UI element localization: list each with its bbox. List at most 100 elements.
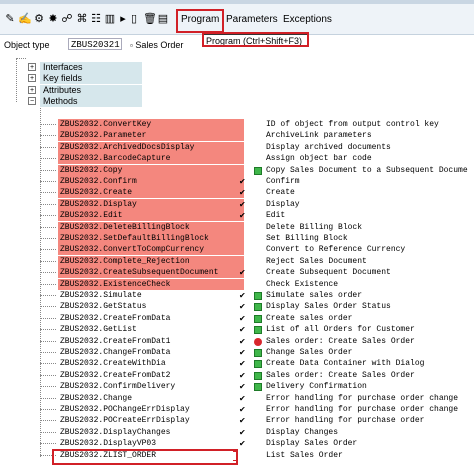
delete-icon[interactable]: 🗑 <box>143 13 157 25</box>
method-name[interactable]: ZBUS2032.Edit <box>58 210 244 222</box>
method-description: Display Sales Order <box>266 439 358 449</box>
insert-row-icon[interactable]: ▥ <box>104 13 116 25</box>
expand-plus-icon[interactable]: + <box>28 86 36 94</box>
collapse-minus-icon[interactable]: − <box>28 97 36 105</box>
application-toolbar: ✎ ✍ ⚙ ✸ ☍ ⌘ ☷ ▥ ▸ ▯ 🗑 ▤ Program Paramete… <box>0 4 474 35</box>
generate-icon[interactable]: ⌘ <box>76 13 88 25</box>
method-name[interactable]: ZBUS2032.Simulate <box>58 290 244 301</box>
where-used-icon[interactable]: ☍ <box>61 13 73 25</box>
method-name[interactable]: ZBUS2032.Display <box>58 198 244 210</box>
method-row[interactable]: ZBUS2032.ArchivedDocsDisplay Display arch… <box>40 141 474 153</box>
method-row[interactable]: ZBUS2032.CreateSubsequentDocument ✔ Create… <box>40 267 474 279</box>
method-row[interactable]: ZBUS2032.ExistenceCheck Check Existence <box>40 278 474 290</box>
method-name[interactable]: ZBUS2032.ExistenceCheck <box>58 278 244 290</box>
method-name[interactable]: ZBUS2032.Complete_Rejection <box>58 255 244 267</box>
method-row[interactable]: ZBUS2032.Display ✔ Display <box>40 198 474 210</box>
method-name[interactable]: ZBUS2032.CreateFromDat2 <box>58 369 244 381</box>
method-description: Display <box>266 199 300 209</box>
method-row[interactable]: ZBUS2032.ConvertKey ID of object from out… <box>40 119 474 130</box>
checkmark-icon: ✔ <box>239 393 246 403</box>
tree-line <box>40 306 56 308</box>
check-icon[interactable]: ⚙ <box>33 13 45 25</box>
display-change-icon[interactable]: ✍ <box>18 13 32 25</box>
method-name[interactable]: ZBUS2032.Copy <box>58 164 244 176</box>
tree-line <box>40 169 56 171</box>
method-row[interactable]: ZBUS2032.ChangeFromData ✔ Change Sales Ord… <box>40 347 474 358</box>
tree-line <box>16 58 26 59</box>
method-row[interactable]: ZBUS2032.CreateFromData ✔ Create sales ord… <box>40 312 474 324</box>
method-row[interactable]: ZBUS2032.DeleteBillingBlock Delete Billin… <box>40 221 474 233</box>
green-status-icon <box>254 314 262 323</box>
method-description: Sales order: Create Sales Order <box>266 370 415 380</box>
method-row[interactable]: ZBUS2032.CreateWithDia ✔ Create Data Conta… <box>40 358 474 370</box>
method-name[interactable]: ZBUS2032.DisplayChanges <box>58 426 244 438</box>
tree-line <box>40 363 56 365</box>
method-name[interactable]: ZBUS2032.CreateFromDat1 <box>58 335 244 347</box>
expand-plus-icon[interactable]: + <box>28 74 36 82</box>
method-row[interactable]: ZBUS2032.DisplayVP03 ✔ Display Sales Order <box>40 438 474 450</box>
edit-pencil-icon[interactable]: ✎ <box>4 13 16 25</box>
method-name[interactable]: ZBUS2032.ConvertKey <box>58 119 244 130</box>
method-description: Display Sales Order Status <box>266 302 391 312</box>
object-type-field[interactable]: ZBUS20321 <box>68 38 122 50</box>
copy-icon[interactable]: ▤ <box>157 13 169 25</box>
method-row[interactable]: ZBUS2032.Complete_Rejection Reject Sales … <box>40 255 474 267</box>
method-name[interactable]: ZBUS2032.Change <box>58 392 244 404</box>
method-row[interactable]: ZBUS2032.DisplayChanges ✔ Display Changes <box>40 426 474 438</box>
method-row[interactable]: ZBUS2032.POCreateErrDisplay ✔ Error handli… <box>40 415 474 427</box>
method-row[interactable]: ZBUS2032.ConfirmDelivery ✔ Delivery Confir… <box>40 381 474 393</box>
method-name[interactable]: ZBUS2032.GetList <box>58 324 244 336</box>
method-name[interactable]: ZBUS2032.POCreateErrDisplay <box>58 415 244 427</box>
checkmark-icon: ✔ <box>239 370 246 380</box>
method-row[interactable]: ZBUS2032.POChangeErrDisplay ✔ Error handli… <box>40 404 474 415</box>
method-row[interactable]: ZBUS2032.Create ✔ Create <box>40 187 474 199</box>
checkmark-icon: ✔ <box>239 211 246 221</box>
tree-line <box>40 443 56 445</box>
method-row[interactable]: ZBUS2032.Change ✔ Error handling for purch… <box>40 392 474 404</box>
method-name[interactable]: ZBUS2032.GetStatus <box>58 301 244 313</box>
method-row[interactable]: ZBUS2032.BarcodeCapture Assign object bar… <box>40 153 474 165</box>
program-highlight-box <box>176 9 224 33</box>
method-name[interactable]: ZBUS2032.ConvertToCompCurrency <box>58 244 244 256</box>
method-row[interactable]: ZBUS2032.GetList ✔ List of all Orders for … <box>40 324 474 336</box>
method-description: Check Existence <box>266 279 339 289</box>
method-description: Assign object bar code <box>266 154 372 164</box>
method-name[interactable]: ZBUS2032.POChangeErrDisplay <box>58 404 244 415</box>
expand-plus-icon[interactable]: + <box>28 63 36 71</box>
method-row[interactable]: ZBUS2032.Edit ✔ Edit <box>40 210 474 222</box>
exceptions-button[interactable]: Exceptions <box>283 14 332 25</box>
hierarchy-icon[interactable]: ☷ <box>90 13 102 25</box>
method-description: Confirm <box>266 177 300 186</box>
method-name[interactable]: ZBUS2032.Parameter <box>58 130 244 142</box>
method-row[interactable]: ZBUS2032.Copy Copy Sales Document to a Su… <box>40 164 474 176</box>
tree-line <box>40 249 56 251</box>
method-name[interactable]: ZBUS2032.ConfirmDelivery <box>58 381 244 393</box>
method-row[interactable]: ZBUS2032.Simulate ✔ Simulate sales order <box>40 290 474 301</box>
method-name[interactable]: ZBUS2032.CreateWithDia <box>58 358 244 370</box>
method-name[interactable]: ZBUS2032.CreateSubsequentDocument <box>58 267 244 279</box>
method-name[interactable]: ZBUS2032.DisplayVP03 <box>58 438 244 450</box>
method-name[interactable]: ZBUS2032.DeleteBillingBlock <box>58 221 244 233</box>
activate-icon[interactable]: ✸ <box>47 13 59 25</box>
method-name[interactable]: ZBUS2032.CreateFromData <box>58 312 244 324</box>
tree-line <box>40 283 56 285</box>
method-description: Simulate sales order <box>266 291 363 300</box>
method-row[interactable]: ZBUS2032.GetStatus ✔ Display Sales Order S… <box>40 301 474 313</box>
checkmark-icon: ✔ <box>239 416 246 426</box>
info-icon[interactable]: ▯ <box>128 13 140 25</box>
method-name[interactable]: ZBUS2032.ArchivedDocsDisplay <box>58 141 244 153</box>
method-row[interactable]: ZBUS2032.Parameter ArchiveLink parameters <box>40 130 474 142</box>
method-name[interactable]: ZBUS2032.ChangeFromData <box>58 347 244 358</box>
method-name[interactable]: ZBUS2032.Confirm <box>58 176 244 187</box>
tree-line <box>40 409 56 410</box>
method-name[interactable]: ZBUS2032.Create <box>58 187 244 199</box>
method-row[interactable]: ZBUS2032.CreateFromDat2 ✔ Sales order: Cre… <box>40 369 474 381</box>
method-row[interactable]: ZBUS2032.ConvertToCompCurrency Convert to… <box>40 244 474 256</box>
method-row[interactable]: ZBUS2032.SetDefaultBillingBlock Set Billi… <box>40 233 474 244</box>
method-row[interactable]: ZBUS2032.Confirm ✔ Confirm <box>40 176 474 187</box>
method-row[interactable]: ZBUS2032.CreateFromDat1 ✔ Sales order: Cre… <box>40 335 474 347</box>
method-name[interactable]: ZBUS2032.BarcodeCapture <box>58 153 244 165</box>
parameters-button[interactable]: Parameters <box>226 14 278 25</box>
method-name[interactable]: ZBUS2032.SetDefaultBillingBlock <box>58 233 244 244</box>
checkmark-icon: ✔ <box>239 325 246 335</box>
